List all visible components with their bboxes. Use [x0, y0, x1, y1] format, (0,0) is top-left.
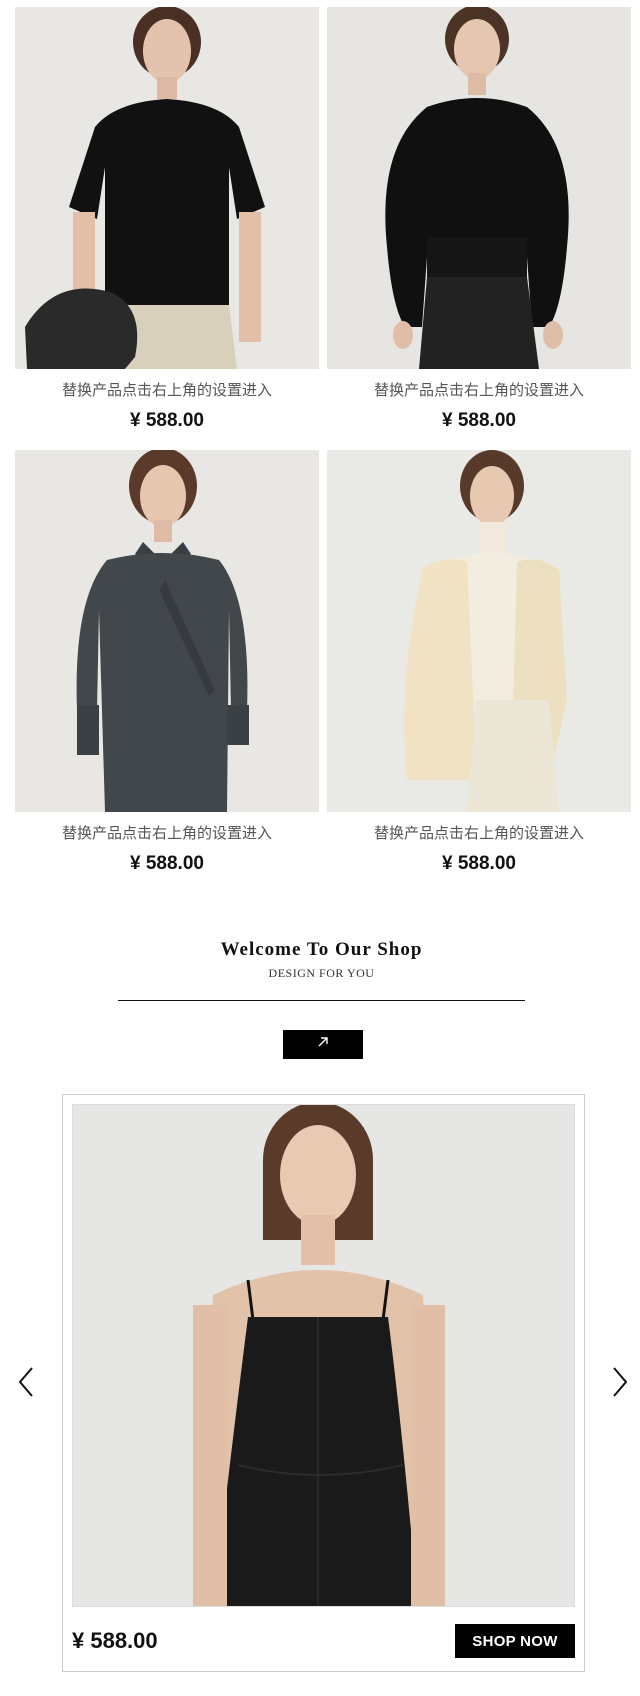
featured-price: ¥ 588.00: [72, 1628, 158, 1653]
product-image[interactable]: [15, 7, 319, 369]
product-name[interactable]: 替换产品点击右上角的设置进入: [15, 379, 319, 400]
chevron-right-icon: [606, 1367, 636, 1404]
carousel-prev-button[interactable]: [12, 1364, 42, 1400]
explore-button[interactable]: [283, 1030, 363, 1059]
carousel-next-button[interactable]: [606, 1364, 636, 1400]
welcome-subtitle: DESIGN FOR YOU: [268, 966, 375, 980]
featured-product-image[interactable]: [72, 1104, 575, 1607]
featured-product-card: ¥ 588.00 SHOP NOW: [62, 1094, 585, 1672]
product-price: ¥ 588.00: [130, 853, 204, 874]
product-image[interactable]: [327, 7, 631, 369]
divider: [118, 1000, 525, 1001]
product-name[interactable]: 替换产品点击右上角的设置进入: [327, 822, 631, 843]
arrow-up-right-icon: [316, 1035, 330, 1054]
product-price: ¥ 588.00: [442, 853, 516, 874]
product-price: ¥ 588.00: [442, 410, 516, 431]
product-name[interactable]: 替换产品点击右上角的设置进入: [327, 379, 631, 400]
product-price: ¥ 588.00: [130, 410, 204, 431]
shop-now-button[interactable]: SHOP NOW: [455, 1624, 575, 1658]
product-name[interactable]: 替换产品点击右上角的设置进入: [15, 822, 319, 843]
welcome-title: Welcome To Our Shop: [220, 939, 423, 960]
product-image[interactable]: [327, 450, 631, 812]
welcome-section: Welcome To Our Shop DESIGN FOR YOU: [118, 938, 525, 1001]
product-image[interactable]: [15, 450, 319, 812]
chevron-left-icon: [12, 1367, 42, 1404]
